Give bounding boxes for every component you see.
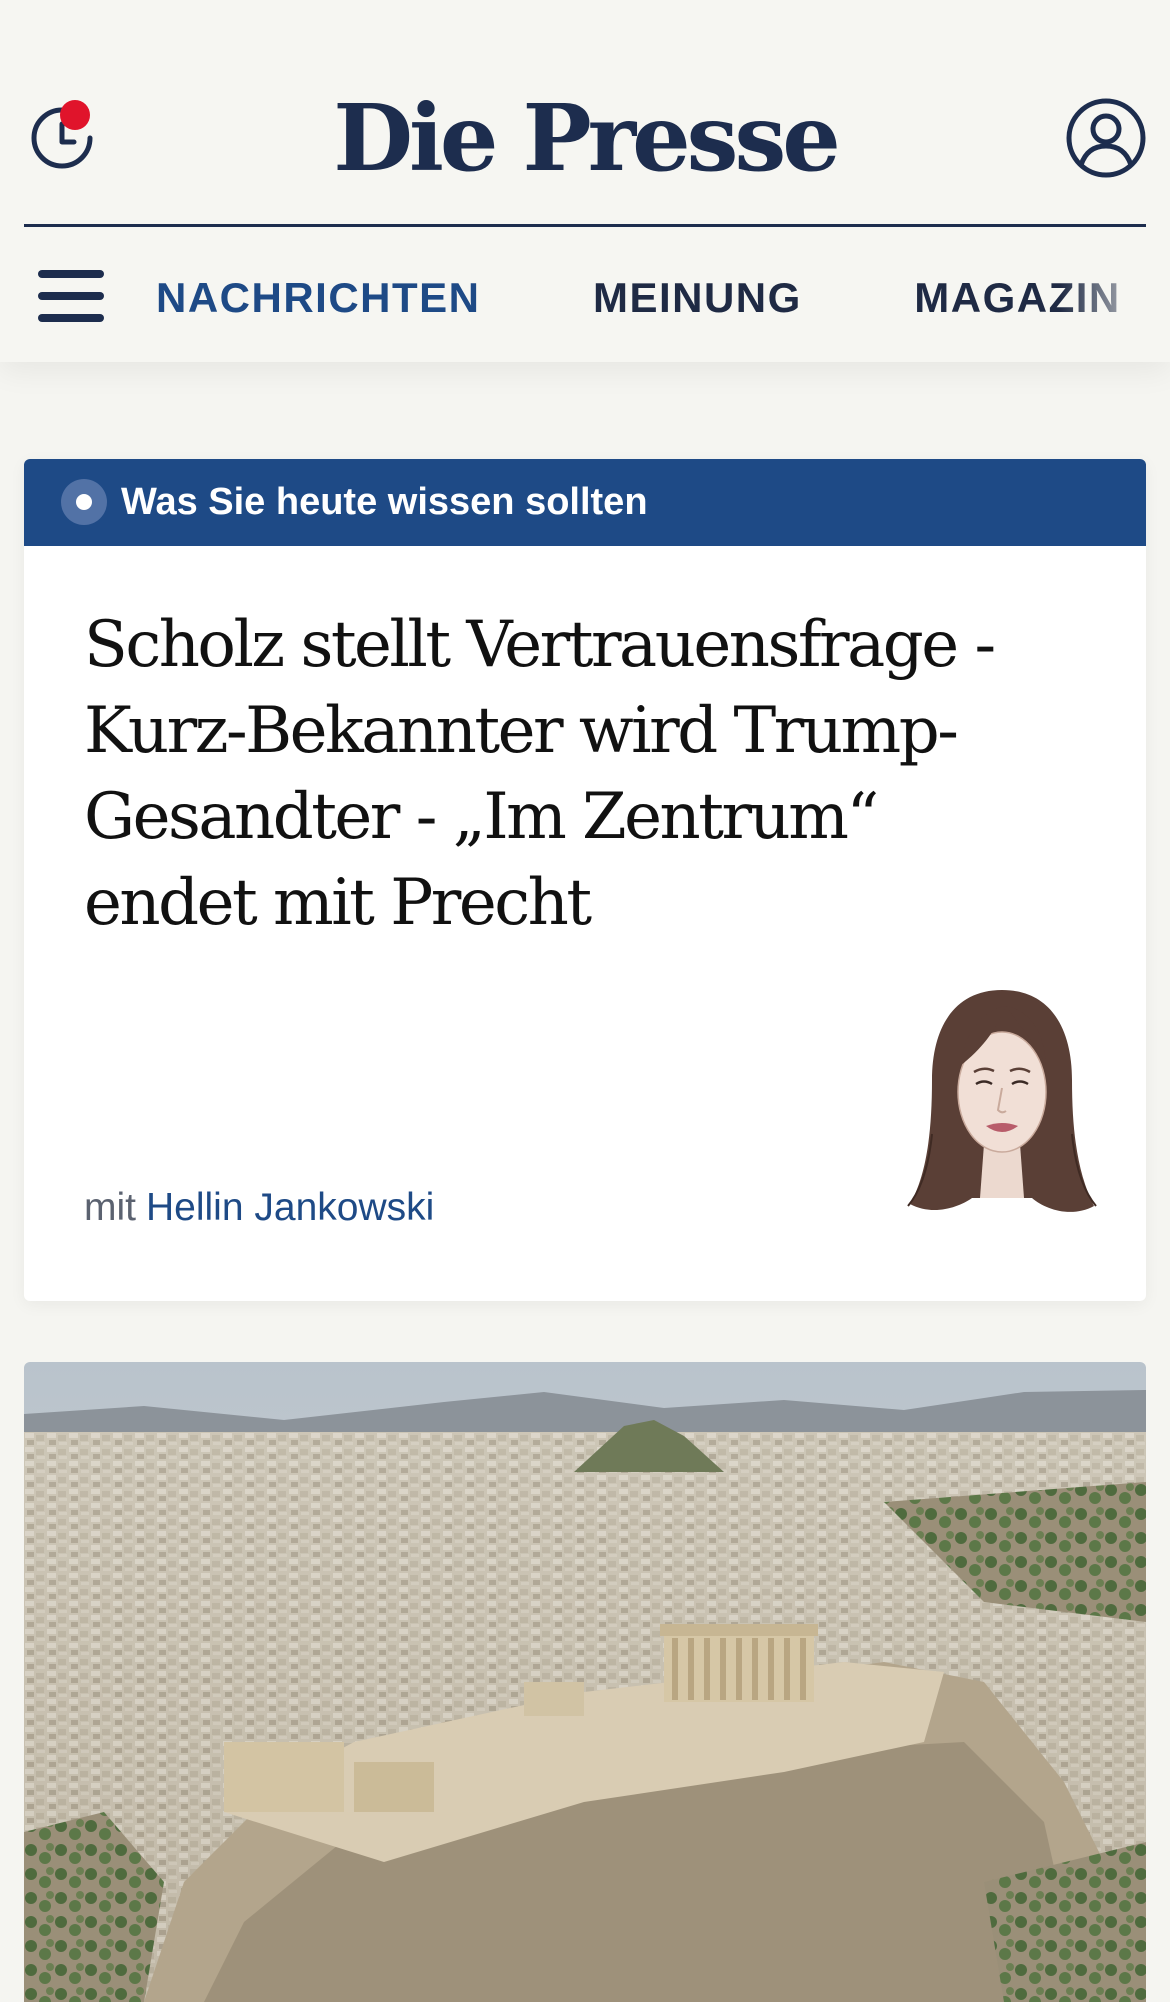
account-button[interactable] (1064, 96, 1148, 180)
site-header: Die Presse NACHRICHTEN MEINUNG MAGAZIN (0, 0, 1170, 362)
nav-item-nachrichten[interactable]: NACHRICHTEN (156, 270, 481, 326)
byline: mit Hellin Jankowski (84, 1183, 434, 1233)
nav-scroll-fade (1060, 250, 1170, 350)
briefing-label: Was Sie heute wissen sollten (121, 481, 648, 523)
site-logo[interactable]: Die Presse (0, 82, 1170, 194)
hamburger-menu-icon[interactable] (38, 268, 106, 324)
briefing-headline[interactable]: Scholz stellt Vertrauensfrage - Kurz-Bek… (84, 602, 1044, 946)
author-avatar (902, 984, 1102, 1234)
briefing-band: Was Sie heute wissen sollten (24, 459, 1146, 546)
radio-dot-icon (61, 479, 107, 525)
nav-item-meinung[interactable]: MEINUNG (593, 270, 802, 326)
main-navigation: NACHRICHTEN MEINUNG MAGAZIN (156, 270, 1170, 326)
author-link[interactable]: Hellin Jankowski (146, 1186, 434, 1229)
user-account-icon (1066, 98, 1146, 178)
daily-briefing-card[interactable]: Was Sie heute wissen sollten Scholz stel… (24, 459, 1146, 1301)
byline-prefix: mit (84, 1186, 136, 1229)
featured-article-image[interactable] (24, 1362, 1146, 2002)
header-divider (24, 224, 1146, 227)
